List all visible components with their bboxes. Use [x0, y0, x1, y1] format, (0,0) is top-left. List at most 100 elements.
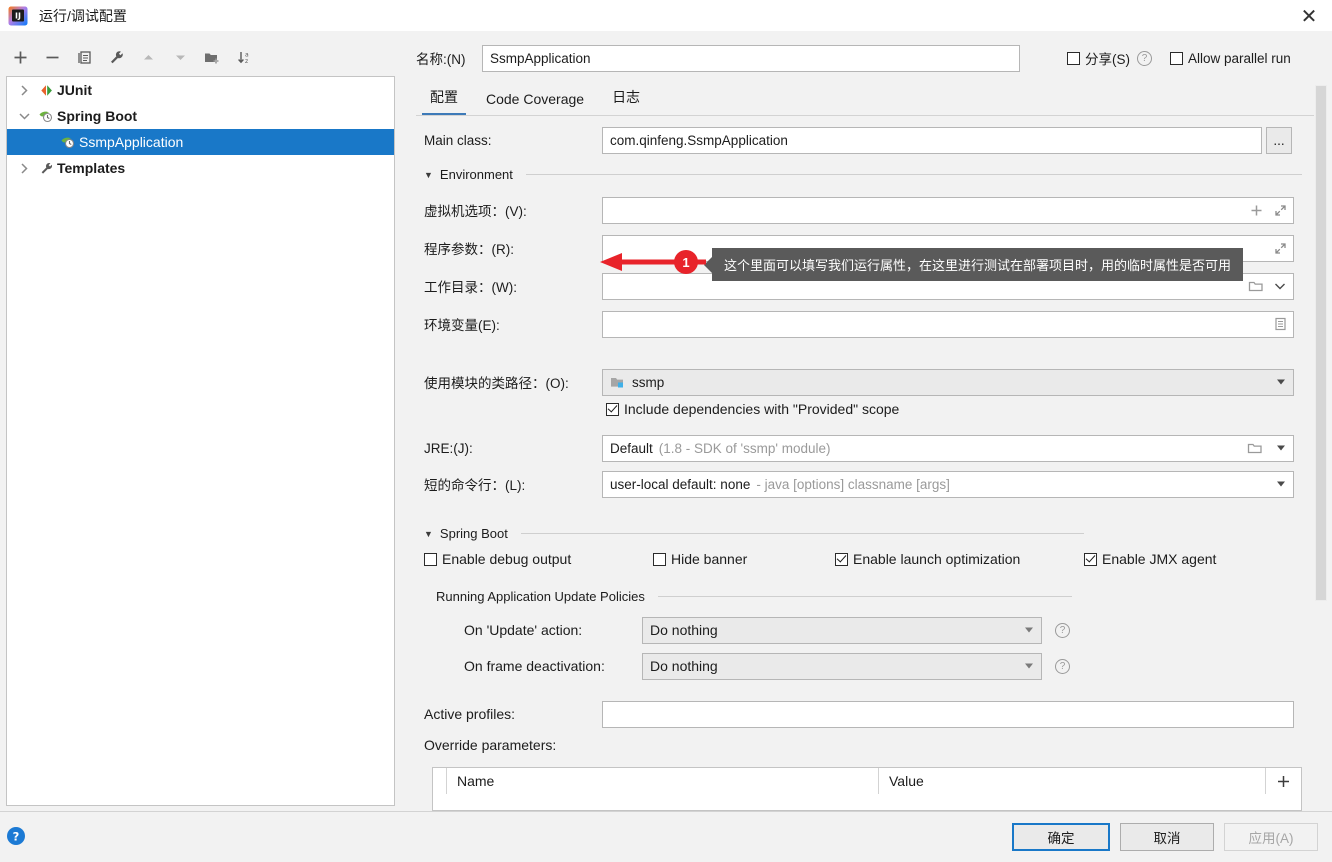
- edit-templates-wrench-icon[interactable]: [100, 43, 132, 71]
- allow-parallel-run-checkbox-box[interactable]: [1170, 51, 1183, 65]
- share-help-icon[interactable]: ?: [1137, 50, 1152, 66]
- chevron-down-icon[interactable]: [1025, 627, 1033, 633]
- vm-options-label: 虚拟机选项：(V):: [424, 204, 527, 219]
- environment-section-header[interactable]: ▼ Environment: [424, 167, 1302, 182]
- folder-icon[interactable]: [1244, 273, 1268, 300]
- copy-configuration-button[interactable]: [68, 43, 100, 71]
- module-classpath-value: ssmp: [632, 374, 665, 390]
- working-directory-history-chevron-icon[interactable]: [1268, 273, 1292, 300]
- tab-separator: [416, 115, 1320, 116]
- triangle-down-icon[interactable]: ▼: [424, 529, 433, 539]
- cancel-button[interactable]: 取消: [1120, 823, 1214, 851]
- close-icon[interactable]: ✕: [1286, 0, 1332, 31]
- jre-folder-icon[interactable]: [1247, 441, 1263, 455]
- share-checkbox[interactable]: 分享(S): [1067, 48, 1130, 68]
- tree-item-templates[interactable]: Templates: [7, 155, 394, 181]
- apply-button: 应用(A): [1224, 823, 1318, 851]
- help-icon[interactable]: ?: [6, 826, 26, 846]
- tab-logs[interactable]: 日志: [598, 87, 654, 116]
- vm-options-input[interactable]: [602, 196, 1294, 224]
- svg-text:IJ: IJ: [15, 11, 21, 20]
- active-profiles-row: Active profiles:: [424, 699, 1302, 729]
- vm-options-expand-icon[interactable]: [1268, 197, 1292, 224]
- active-profiles-label: Active profiles:: [424, 706, 516, 722]
- enable-debug-output-checkbox-box[interactable]: [424, 552, 437, 566]
- include-provided-checkbox-box[interactable]: [606, 402, 619, 416]
- chevron-down-icon[interactable]: [1277, 481, 1285, 487]
- add-configuration-button[interactable]: [4, 43, 36, 71]
- enable-launch-optimization-checkbox[interactable]: Enable launch optimization: [835, 551, 1020, 567]
- tab-configuration[interactable]: 配置: [416, 87, 472, 116]
- on-frame-deactivation-label: On frame deactivation:: [464, 658, 605, 674]
- sort-alphabetically-button[interactable]: a z: [228, 43, 260, 71]
- new-folder-button[interactable]: [196, 43, 228, 71]
- name-input[interactable]: [482, 44, 1020, 72]
- include-provided-checkbox[interactable]: Include dependencies with "Provided" sco…: [606, 401, 899, 417]
- main-class-input[interactable]: [602, 126, 1262, 154]
- hide-banner-checkbox[interactable]: Hide banner: [653, 551, 747, 567]
- chevron-down-icon[interactable]: [1277, 445, 1285, 451]
- on-frame-deactivation-value: Do nothing: [650, 658, 718, 674]
- remove-configuration-button[interactable]: [36, 43, 68, 71]
- tree-item-junit[interactable]: JUnit: [7, 77, 394, 103]
- move-up-button[interactable]: [132, 43, 164, 71]
- on-frame-deactivation-dropdown[interactable]: Do nothing: [642, 652, 1042, 680]
- wrench-icon: [35, 161, 57, 176]
- tab-code-coverage[interactable]: Code Coverage: [472, 91, 598, 116]
- hide-banner-checkbox-box[interactable]: [653, 552, 666, 566]
- chevron-down-icon[interactable]: [1277, 379, 1285, 385]
- module-icon: [610, 376, 625, 389]
- shorten-command-line-row: 短的命令行：(L): user-local default: none - ja…: [424, 469, 1302, 499]
- triangle-down-icon[interactable]: ▼: [424, 170, 433, 180]
- spring-boot-section-header[interactable]: ▼ Spring Boot: [424, 526, 1084, 541]
- enable-jmx-agent-checkbox-box[interactable]: [1084, 552, 1097, 566]
- svg-text:?: ?: [13, 830, 20, 844]
- active-profiles-input[interactable]: [602, 700, 1294, 728]
- enable-launch-optimization-checkbox-box[interactable]: [835, 552, 848, 566]
- override-parameters-table[interactable]: Name Value: [432, 767, 1302, 811]
- jre-value: Default: [610, 440, 653, 456]
- ok-button[interactable]: 确定: [1012, 823, 1110, 851]
- spring-boot-icon: [35, 109, 57, 123]
- main-class-row: Main class: ...: [424, 125, 1302, 155]
- content-scrollbar[interactable]: [1314, 85, 1328, 809]
- working-directory-label: 工作目录：(W):: [424, 280, 517, 295]
- add-override-parameter-button[interactable]: [1265, 768, 1301, 794]
- program-arguments-label: 程序参数：(R):: [424, 242, 514, 257]
- module-classpath-dropdown[interactable]: ssmp: [602, 368, 1294, 396]
- move-down-button[interactable]: [164, 43, 196, 71]
- enable-jmx-agent-checkbox[interactable]: Enable JMX agent: [1084, 551, 1216, 567]
- vm-options-add-icon[interactable]: [1244, 197, 1268, 224]
- main-class-browse-button[interactable]: ...: [1266, 126, 1292, 154]
- shorten-command-line-label: 短的命令行：(L):: [424, 478, 526, 493]
- allow-parallel-run-checkbox[interactable]: Allow parallel run: [1170, 51, 1291, 66]
- on-update-action-help-icon[interactable]: ?: [1055, 622, 1070, 638]
- configurations-tree[interactable]: JUnit Spring Boot SsmpApplication Templa…: [6, 76, 395, 806]
- include-provided-row: Include dependencies with "Provided" sco…: [606, 401, 899, 417]
- program-arguments-expand-icon[interactable]: [1268, 235, 1292, 262]
- on-update-action-dropdown[interactable]: Do nothing: [642, 616, 1042, 644]
- row-gutter: [433, 768, 447, 794]
- content-scrollbar-thumb[interactable]: [1315, 85, 1327, 601]
- configurations-panel: a z JUnit Spring Boot SsmpApplication Te…: [0, 31, 404, 812]
- tree-item-label: Spring Boot: [57, 108, 138, 124]
- share-checkbox-box[interactable]: [1067, 51, 1080, 65]
- tree-item-ssmpapplication[interactable]: SsmpApplication: [7, 129, 394, 155]
- chevron-right-icon[interactable]: [13, 162, 35, 174]
- chevron-down-icon[interactable]: [13, 112, 35, 121]
- jre-dropdown[interactable]: Default (1.8 - SDK of 'ssmp' module): [602, 434, 1294, 462]
- enable-launch-optimization-label: Enable launch optimization: [853, 551, 1021, 567]
- update-policies-section-header: Running Application Update Policies: [436, 589, 1072, 604]
- override-parameters-label: Override parameters:: [424, 737, 557, 753]
- tree-item-label: SsmpApplication: [79, 134, 184, 150]
- editor-tabs: 配置 Code Coverage 日志: [416, 83, 1320, 116]
- tree-item-spring-boot[interactable]: Spring Boot: [7, 103, 394, 129]
- environment-variables-input[interactable]: [602, 310, 1294, 338]
- annotation-badge: 1: [674, 250, 698, 274]
- environment-variables-list-icon[interactable]: [1268, 311, 1292, 338]
- chevron-right-icon[interactable]: [13, 84, 35, 96]
- enable-debug-output-checkbox[interactable]: Enable debug output: [424, 551, 571, 567]
- on-frame-deactivation-help-icon[interactable]: ?: [1055, 658, 1070, 674]
- chevron-down-icon[interactable]: [1025, 663, 1033, 669]
- shorten-command-line-dropdown[interactable]: user-local default: none - java [options…: [602, 470, 1294, 498]
